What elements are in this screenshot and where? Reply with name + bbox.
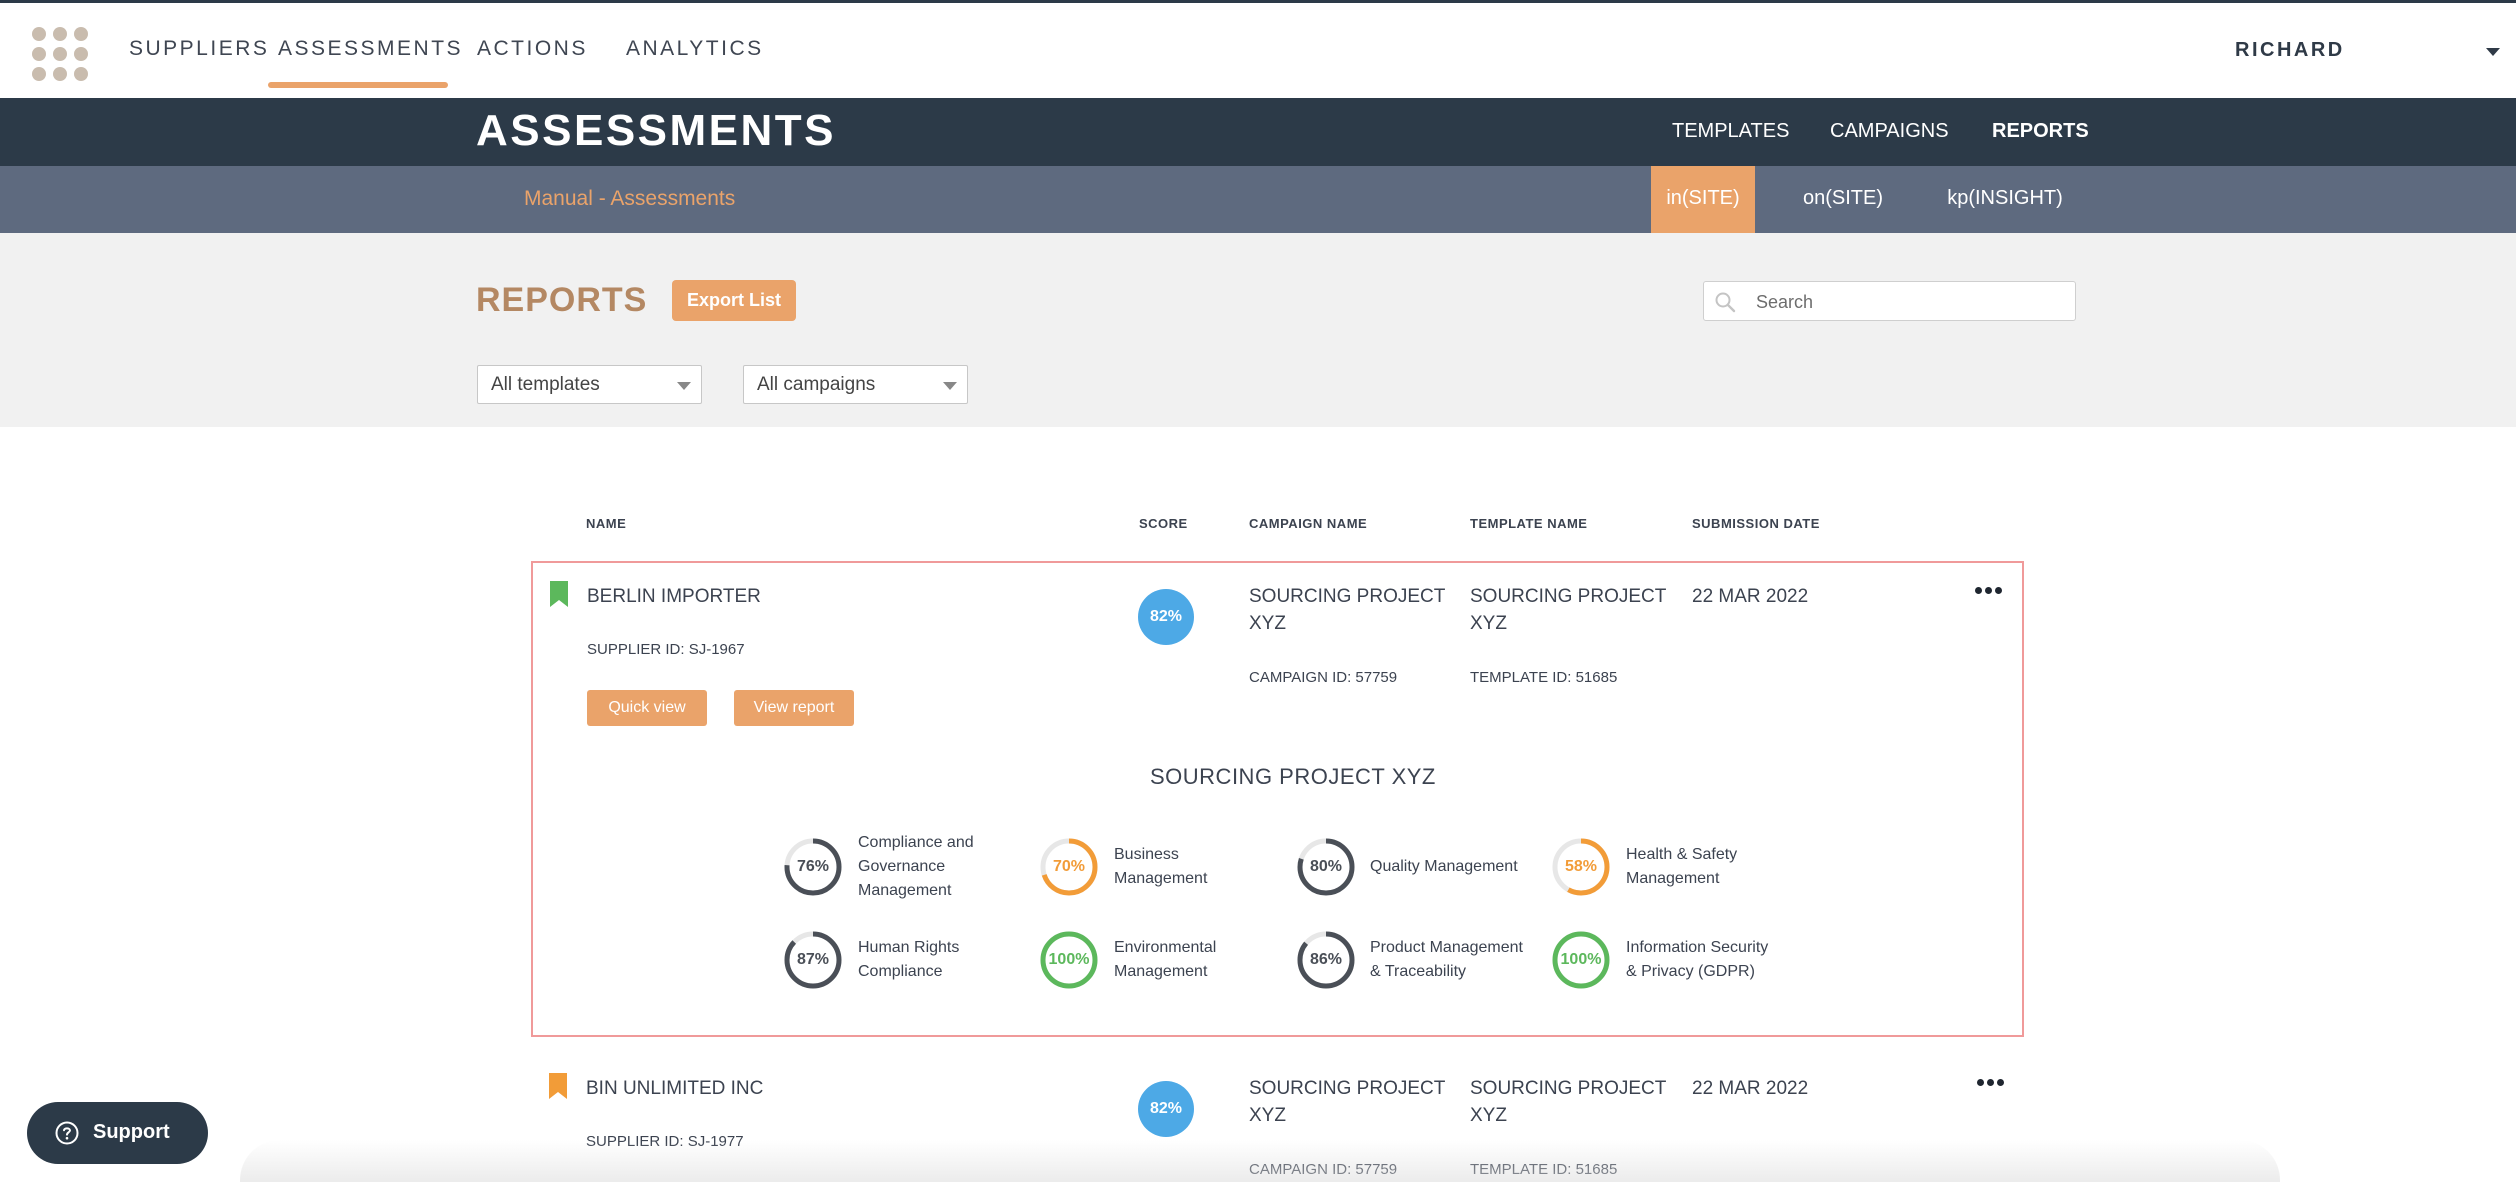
template-name: SOURCING PROJECT XYZ (1470, 1078, 1667, 1126)
chevron-down-icon (677, 382, 691, 390)
bookmark-icon[interactable] (550, 581, 568, 607)
page-title: ASSESSMENTS (476, 106, 837, 155)
template-name: SOURCING PROJECT XYZ (1470, 586, 1667, 634)
score-badge: 82% (1138, 589, 1194, 645)
header-link-campaigns[interactable]: CAMPAIGNS (1830, 120, 1949, 143)
metric-value: 58% (1564, 858, 1598, 875)
bookmark-icon[interactable] (549, 1073, 567, 1099)
supplier-name[interactable]: BIN UNLIMITED INC (586, 1075, 763, 1102)
metric-ring: 100% (1038, 929, 1100, 991)
campaign-id: CAMPAIGN ID: 57759 (1249, 669, 1398, 686)
column-header-score: SCORE (1139, 516, 1188, 531)
support-button[interactable]: Support (27, 1102, 208, 1164)
template-id: TEMPLATE ID: 51685 (1470, 669, 1618, 686)
nav-actions[interactable]: ACTIONS (477, 37, 588, 61)
chevron-down-icon (943, 382, 957, 390)
metric-label: Quality Management (1370, 858, 1518, 875)
metric-ring: 86% (1295, 929, 1357, 991)
search-input[interactable] (1754, 282, 2068, 322)
metric-value: 86% (1309, 951, 1343, 968)
campaign-filter-value: All campaigns (757, 374, 876, 395)
breadcrumb[interactable]: Manual - Assessments (524, 187, 735, 211)
nav-assessments[interactable]: ASSESSMENTS (278, 37, 463, 61)
metric-label: Environmental Management (1114, 939, 1217, 980)
metric-value: 100% (1048, 951, 1090, 968)
metric-value: 76% (796, 858, 830, 875)
template-id: TEMPLATE ID: 51685 (1470, 1161, 1618, 1178)
column-header-template: TEMPLATE NAME (1470, 516, 1588, 531)
campaign-name: SOURCING PROJECT XYZ (1249, 586, 1446, 634)
submission-date: 22 MAR 2022 (1692, 1078, 1809, 1099)
page-header: ASSESSMENTS TEMPLATES CAMPAIGNS REPORTS (0, 98, 2516, 166)
metric-ring: 100% (1550, 929, 1612, 991)
filter-panel: REPORTS Export List All templates All ca… (0, 233, 2516, 427)
metric-label: Compliance and Governance Management (858, 834, 974, 899)
section-title: REPORTS (476, 281, 648, 319)
metric-ring: 58% (1550, 836, 1612, 898)
search-box[interactable] (1703, 281, 2076, 322)
logo-icon[interactable] (30, 25, 90, 83)
more-options-icon[interactable] (1977, 1079, 2007, 1089)
supplier-id: SUPPLIER ID: SJ-1977 (586, 1133, 744, 1150)
more-options-icon[interactable] (1975, 587, 2005, 597)
metric-value: 87% (796, 951, 830, 968)
metric-label: Business Management (1114, 846, 1208, 887)
column-header-campaign: CAMPAIGN NAME (1249, 516, 1368, 531)
metric-label: Information Security & Privacy (GDPR) (1626, 939, 1769, 980)
campaign-id: CAMPAIGN ID: 57759 (1249, 1161, 1398, 1178)
metric-label: Product Management & Traceability (1370, 939, 1523, 980)
user-menu[interactable]: RICHARD (2235, 39, 2345, 62)
export-list-button[interactable]: Export List (672, 280, 796, 321)
tab-kpinsight[interactable]: kp(INSIGHT) (1942, 166, 2068, 233)
metric-ring: 87% (782, 929, 844, 991)
metric-ring: 76% (782, 836, 844, 898)
column-header-name: NAME (586, 516, 627, 531)
help-icon (55, 1121, 79, 1145)
metric-ring: 80% (1295, 836, 1357, 898)
campaign-filter-select[interactable]: All campaigns (743, 365, 968, 404)
sub-header: Manual - Assessments in(SITE) on(SITE) k… (0, 166, 2516, 233)
active-nav-indicator (268, 82, 448, 88)
metric-ring: 70% (1038, 836, 1100, 898)
campaign-name: SOURCING PROJECT XYZ (1249, 1078, 1446, 1126)
chevron-down-icon[interactable] (2486, 48, 2500, 56)
submission-date: 22 MAR 2022 (1692, 586, 1809, 607)
metric-value: 80% (1309, 858, 1343, 875)
score-badge: 82% (1138, 1081, 1194, 1137)
metric-label: Health & Safety Management (1626, 846, 1738, 887)
supplier-name[interactable]: BERLIN IMPORTER (587, 583, 761, 610)
tab-insite[interactable]: in(SITE) (1651, 166, 1755, 233)
nav-analytics[interactable]: ANALYTICS (626, 37, 764, 61)
template-filter-select[interactable]: All templates (477, 365, 702, 404)
metric-label: Human Rights Compliance (858, 939, 960, 980)
supplier-id: SUPPLIER ID: SJ-1967 (587, 641, 745, 658)
view-report-button[interactable]: View report (734, 690, 854, 726)
metric-value: 100% (1560, 951, 1602, 968)
header-link-templates[interactable]: TEMPLATES (1672, 120, 1789, 143)
expanded-section-title: SOURCING PROJECT XYZ (1150, 764, 1436, 789)
top-navigation: SUPPLIERS ASSESSMENTS ACTIONS ANALYTICS … (0, 0, 2516, 98)
support-label: Support (93, 1121, 170, 1143)
metric-value: 70% (1052, 858, 1086, 875)
nav-suppliers[interactable]: SUPPLIERS (129, 37, 269, 61)
search-icon (1715, 292, 1736, 313)
column-header-date: SUBMISSION DATE (1692, 516, 1820, 531)
header-link-reports[interactable]: REPORTS (1992, 120, 2089, 143)
tab-onsite[interactable]: on(SITE) (1790, 166, 1896, 233)
template-filter-value: All templates (491, 374, 600, 395)
quick-view-button[interactable]: Quick view (587, 690, 707, 726)
